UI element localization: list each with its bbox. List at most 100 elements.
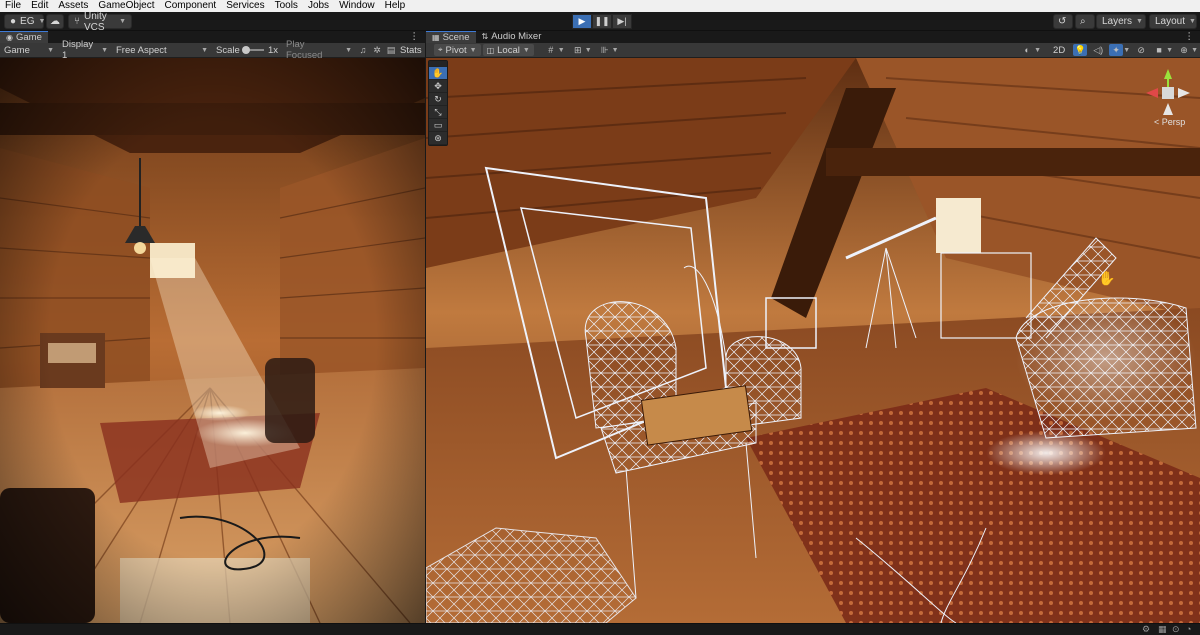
chevron-down-icon[interactable]: ▼ — [558, 47, 565, 54]
main-toolbar: ● EG ▼ ☁ ⑂ Unity VCS ▼ ▶ ❚❚ ▶| ↺ ⌕ Layer… — [0, 11, 1200, 33]
search-button[interactable]: ⌕ — [1075, 14, 1095, 29]
chevron-down-icon: ▼ — [101, 46, 108, 54]
game-mode-dropdown[interactable]: Game ▼ — [0, 45, 58, 56]
menu-window[interactable]: Window — [334, 0, 380, 12]
scene-panel: ▦ Scene ⇅ Audio Mixer ⋮ ⌖ Pivot ▼ ◫ Loca… — [426, 31, 1200, 623]
chevron-down-icon: ▼ — [345, 46, 352, 54]
gizmo-globe-icon: ⊕ — [1180, 44, 1188, 55]
toggle-2d-button[interactable]: 2D — [1049, 45, 1069, 56]
light-glow — [986, 431, 1106, 475]
persp-label[interactable]: < Persp — [1154, 117, 1185, 127]
chevron-down-icon[interactable]: ▼ — [1123, 47, 1130, 54]
history-button[interactable]: ↺ — [1053, 14, 1073, 29]
mute-audio-button[interactable]: ♫ — [356, 44, 370, 56]
layers-label: Layers — [1102, 16, 1133, 27]
camera-settings-button[interactable]: ■ — [1152, 44, 1166, 56]
menu-tools[interactable]: Tools — [270, 0, 303, 12]
menu-jobs[interactable]: Jobs — [303, 0, 334, 12]
chevron-down-icon: ▼ — [201, 46, 208, 54]
effects-toggle[interactable]: ✦ — [1109, 44, 1124, 56]
grid-icon: # — [548, 45, 554, 55]
speaker-icon: ♫ — [359, 45, 367, 55]
tab-audio-mixer-label: Audio Mixer — [491, 31, 542, 42]
local-dropdown[interactable]: ◫ Local ▼ — [482, 44, 534, 56]
scene-grid-icon: ▦ — [432, 32, 440, 42]
lightbulb-icon: 💡 — [1074, 44, 1086, 55]
rotate-icon: ↻ — [434, 93, 442, 104]
scale-icon: ⤡ — [434, 106, 442, 117]
pivot-dropdown[interactable]: ⌖ Pivot ▼ — [434, 44, 481, 56]
layout-label: Layout — [1155, 16, 1186, 27]
menu-services[interactable]: Services — [221, 0, 269, 12]
step-icon: ▶| — [617, 16, 627, 26]
window-light — [936, 198, 981, 253]
scene-viewport[interactable]: < Persp ✋ — [426, 58, 1200, 623]
lighting-toggle[interactable]: 💡 — [1073, 44, 1088, 56]
stats-icon-button[interactable]: ▤ — [384, 44, 398, 56]
game-viewport[interactable] — [0, 58, 425, 623]
tab-game-label: Game — [15, 31, 42, 43]
scale-slider[interactable] — [241, 46, 264, 54]
chevron-down-icon[interactable]: ▼ — [612, 47, 619, 54]
account-dropdown[interactable]: ● EG ▼ — [4, 14, 45, 29]
view-tool-button[interactable]: ✋ — [429, 67, 447, 80]
pause-button[interactable]: ❚❚ — [592, 14, 612, 29]
transform-tool-button[interactable]: ⊛ — [429, 132, 447, 145]
shaded-sphere-icon: ◐ — [1024, 45, 1030, 55]
network-icon[interactable]: ▦ — [1158, 624, 1167, 635]
crossbeam — [826, 148, 1200, 176]
effects-icon: ✦ — [1112, 44, 1120, 55]
collab-icon[interactable]: ◔ — [1186, 624, 1191, 634]
cloud-button[interactable]: ☁ — [46, 14, 64, 29]
chevron-down-icon[interactable]: ▼ — [1034, 47, 1041, 54]
gizmos-toggle[interactable]: ⊕ — [1177, 44, 1191, 56]
aspect-dropdown[interactable]: Free Aspect ▼ — [112, 45, 212, 56]
layout-dropdown[interactable]: Layout ▼ — [1149, 14, 1197, 29]
chevron-down-icon[interactable]: ▼ — [1166, 47, 1173, 54]
playmode-controls: ▶ ❚❚ ▶| — [572, 14, 632, 29]
tab-scene[interactable]: ▦ Scene — [426, 31, 476, 43]
game-panel: ◉ Game ⋮ Game ▼ Display 1 ▼ Free Aspect … — [0, 31, 425, 623]
draw-mode-button[interactable]: ◐ — [1020, 44, 1034, 56]
play-button[interactable]: ▶ — [572, 14, 592, 29]
tab-game[interactable]: ◉ Game — [0, 31, 48, 43]
play-icon: ▶ — [578, 16, 586, 26]
panel-menu-button[interactable]: ⋮ — [1179, 31, 1200, 43]
layers-dropdown[interactable]: Layers ▼ — [1096, 14, 1146, 29]
vcs-dropdown[interactable]: ⑂ Unity VCS ▼ — [68, 11, 132, 33]
bake-icon[interactable]: ⚙ — [1142, 624, 1150, 635]
scale-tool-button[interactable]: ⤡ — [429, 106, 447, 119]
menu-component[interactable]: Component — [160, 0, 222, 12]
camera-icon: ■ — [1156, 45, 1162, 55]
rotate-tool-button[interactable]: ↻ — [429, 93, 447, 106]
menu-help[interactable]: Help — [380, 0, 411, 12]
audio-icon: ◁) — [1093, 44, 1104, 55]
rect-tool-button[interactable]: ▭ — [429, 119, 447, 132]
frame-debug-button[interactable]: ✲ — [370, 44, 384, 56]
panel-menu-button[interactable]: ⋮ — [404, 31, 426, 43]
rect-icon: ▭ — [433, 119, 443, 130]
scene-tools-overlay: ✋ ✥ ↻ ⤡ ▭ ⊛ — [428, 60, 448, 146]
chevron-down-icon[interactable]: ▼ — [585, 47, 592, 54]
incremental-snap-button[interactable]: ⊪ — [598, 44, 612, 56]
cloud-icon: ☁ — [50, 16, 60, 27]
snap-increment-button[interactable]: ⊞ — [571, 44, 585, 56]
scale-slider-thumb[interactable] — [241, 46, 250, 54]
grid-snap-button[interactable]: # — [544, 44, 558, 56]
menu-edit[interactable]: Edit — [26, 0, 53, 12]
step-button[interactable]: ▶| — [612, 14, 632, 29]
move-tool-button[interactable]: ✥ — [429, 80, 447, 93]
menu-file[interactable]: File — [0, 0, 26, 12]
game-mode-label: Game — [4, 44, 30, 56]
tab-audio-mixer[interactable]: ⇅ Audio Mixer — [476, 31, 548, 43]
pause-icon: ❚❚ — [594, 16, 610, 26]
chevron-down-icon: ▼ — [119, 18, 126, 25]
chevron-down-icon[interactable]: ▼ — [1191, 47, 1198, 54]
stats-button[interactable]: Stats — [398, 45, 422, 56]
debug-icon[interactable]: ⊙ — [1172, 624, 1180, 635]
scene-visibility-toggle[interactable]: ⊘ — [1134, 44, 1148, 56]
eye-slash-icon: ⊘ — [1137, 44, 1145, 55]
pivot-label: Pivot — [445, 44, 467, 56]
audio-toggle[interactable]: ◁) — [1091, 44, 1105, 56]
chevron-down-icon: ▼ — [1189, 18, 1196, 25]
